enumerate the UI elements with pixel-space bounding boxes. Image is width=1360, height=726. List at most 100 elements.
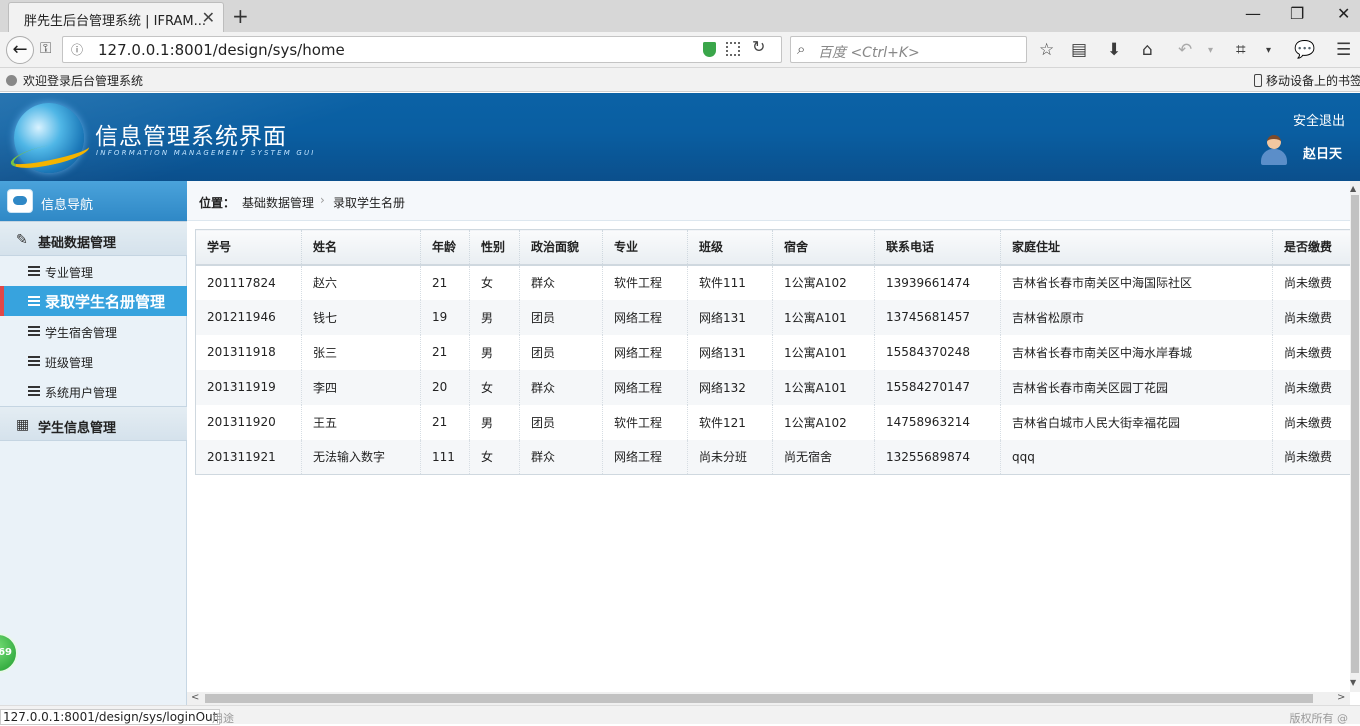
column-header[interactable]: 政治面貌 [519,229,603,266]
table-cell: 15584370248 [874,334,1001,370]
address-bar[interactable]: ⓘ 127.0.0.1:8001/design/sys/home [62,36,782,63]
globe-icon [6,75,17,86]
restore-icon[interactable]: ❐ [1290,4,1304,23]
column-header[interactable]: 宿舍 [772,229,875,266]
table-cell: 软件工程 [602,264,688,300]
info-icon[interactable]: ⓘ [71,41,83,58]
table-cell: 网络131 [687,299,773,335]
table-cell: 1公寓A101 [772,334,875,370]
table-row[interactable]: 201311920 王五 21 男团员 软件工程 软件121 1公寓A102 14758963… [195,404,1350,440]
close-tab-icon[interactable]: ✕ [202,8,215,27]
column-header[interactable]: 性别 [469,229,520,266]
table-row[interactable]: 201311921 无法输入数字 111 女群众 网络工程 尚未分班 尚无宿舍 1325568… [195,439,1350,475]
breadcrumb-parent-link[interactable]: 基础数据管理 [242,194,314,211]
student-table: 学号 姓名 年龄 性别 政治面貌 专业 班级 宿舍 联系电话 家庭住址 是否缴费 201117824… [195,229,1350,475]
url-text[interactable]: 127.0.0.1:8001/design/sys/home [98,41,345,59]
column-header[interactable]: 班级 [687,229,773,266]
app-title: 信息管理系统界面 [95,124,287,150]
chevron-down-icon[interactable]: ▾ [1266,45,1271,56]
list-icon [28,296,40,306]
table-cell: 尚无宿舍 [772,439,875,475]
undo-icon[interactable]: ↶ [1178,40,1192,60]
table-cell: 尚未缴费 [1272,404,1350,440]
crop-icon[interactable]: ⌗ [1236,40,1246,60]
bookmark-item[interactable]: 欢迎登录后台管理系统 [6,72,143,89]
column-header[interactable]: 是否缴费 [1272,229,1350,266]
chevron-down-icon[interactable]: ▾ [1208,45,1213,56]
column-header[interactable]: 学号 [195,229,302,266]
chevron-right-icon: › [320,193,325,207]
table-cell: 13255689874 [874,439,1001,475]
list-icon [28,356,40,366]
table-cell: 李四 [301,369,421,405]
list-icon [28,386,40,396]
sidebar-item-label: 班级管理 [45,356,94,370]
qr-code-icon[interactable] [726,42,740,56]
search-icon: ⌕ [797,40,806,58]
column-header[interactable]: 家庭住址 [1000,229,1273,266]
table-cell: 女 [469,369,520,405]
table-row[interactable]: 201117824 赵六 21 女群众 软件工程 软件111 1公寓A102 13939661… [195,264,1350,300]
table-cell: 软件111 [687,264,773,300]
column-header[interactable]: 姓名 [301,229,421,266]
horizontal-scroll-thumb[interactable] [205,694,1313,703]
vertical-scroll-thumb[interactable] [1351,195,1359,673]
new-tab-icon[interactable]: + [232,4,249,28]
sidebar-item-admission-roster[interactable]: 录取学生名册管理 [0,286,187,316]
table-cell: 女 [469,439,520,475]
key-icon[interactable]: ⚿ [40,39,51,57]
search-bar[interactable]: ⌕ 百度 <Ctrl+K> [790,36,1027,63]
chat-icon[interactable]: 💬 [1294,40,1315,60]
table-row[interactable]: 201311918 张三 21 男团员 网络工程 网络131 1公寓A101 15584370… [195,334,1350,370]
sidebar-group-student-info[interactable]: ▦ 学生信息管理 [0,406,187,441]
table-cell: 团员 [519,404,603,440]
vertical-scrollbar[interactable]: ▲ ▼ [1350,181,1360,692]
back-arrow-icon[interactable]: ← [6,36,34,64]
app-subtitle: INFORMATION MANAGEMENT SYSTEM GUI [96,149,316,157]
sidebar-item-system-users[interactable]: 系统用户管理 [0,376,187,406]
table-row[interactable]: 201211946 钱七 19 男团员 网络工程 网络131 1公寓A101 13745681… [195,299,1350,335]
column-header[interactable]: 年龄 [420,229,470,266]
sidebar-header-label: 信息导航 [41,198,94,213]
table-body: 201117824 赵六 21 女群众 软件工程 软件111 1公寓A102 13939661… [195,264,1350,475]
horizontal-scrollbar[interactable]: < > [187,692,1350,705]
reload-icon[interactable]: ↻ [752,37,765,56]
logout-link[interactable]: 安全退出 [1293,110,1345,129]
table-cell: 13745681457 [874,299,1001,335]
close-window-icon[interactable]: ✕ [1337,4,1350,23]
table-cell: 张三 [301,334,421,370]
table-cell: 20 [420,369,470,405]
scroll-down-icon[interactable]: ▼ [1350,678,1356,687]
shield-icon[interactable] [703,42,716,57]
app-header: 信息管理系统界面 INFORMATION MANAGEMENT SYSTEM G… [0,93,1360,181]
table-cell: 尚未缴费 [1272,299,1350,335]
column-header[interactable]: 联系电话 [874,229,1001,266]
table-cell: qqq [1000,439,1273,475]
download-icon[interactable]: ⬇ [1107,40,1121,60]
mobile-bookmarks[interactable]: 移动设备上的书签 [1254,72,1360,89]
reading-list-icon[interactable]: ▤ [1071,40,1087,60]
breadcrumb-current: 录取学生名册 [333,196,406,210]
column-header[interactable]: 专业 [602,229,688,266]
sidebar-group-basic-data[interactable]: ✎ 基础数据管理 [0,221,187,256]
scroll-left-icon[interactable]: < [191,692,199,703]
table-cell: 团员 [519,299,603,335]
table-cell: 201311919 [195,369,302,405]
minimize-icon[interactable]: — [1245,4,1261,23]
home-icon[interactable]: ⌂ [1142,40,1153,60]
sidebar-item-class[interactable]: 班级管理 [0,346,187,376]
search-input[interactable]: 百度 <Ctrl+K> [818,42,920,62]
sidebar-group-label: 学生信息管理 [38,421,117,436]
table-row[interactable]: 201311919 李四 20 女群众 网络工程 网络132 1公寓A101 15584270… [195,369,1350,405]
table-cell: 男 [469,334,520,370]
sidebar-item-major[interactable]: 专业管理 [0,256,187,286]
menu-icon[interactable]: ☰ [1336,40,1351,60]
table-cell: 14758963214 [874,404,1001,440]
scroll-right-icon[interactable]: > [1337,692,1345,703]
browser-tab[interactable]: 胖先生后台管理系统 | IFRAM... ✕ [8,2,224,32]
sidebar-item-dormitory[interactable]: 学生宿舍管理 [0,316,187,346]
table-cell: 钱七 [301,299,421,335]
avatar [1260,135,1288,165]
scroll-up-icon[interactable]: ▲ [1350,184,1356,193]
star-icon[interactable]: ☆ [1039,40,1054,60]
